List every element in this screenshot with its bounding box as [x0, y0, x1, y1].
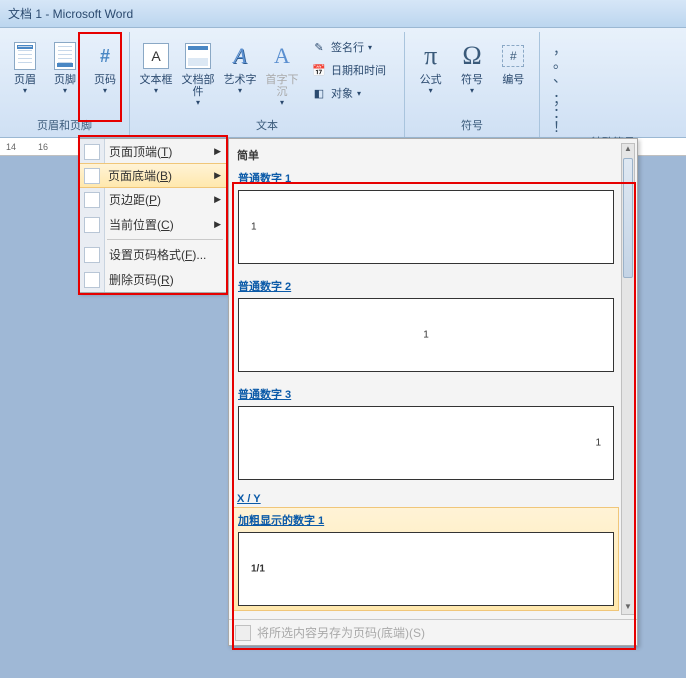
page-number-menu: 页面顶端(T) ▶ 页面底端(B) ▶ 页边距(P) ▶ 当前位置(C) ▶ 设…	[78, 138, 228, 293]
menu-margins[interactable]: 页边距(P) ▶	[79, 187, 227, 212]
group-text: A 文本框 ▾ 文档部件 ▾ A 艺术字 ▾ A 首字下沉 ▾	[130, 32, 405, 137]
object-icon: ◧	[311, 85, 327, 101]
chevron-right-icon: ▶	[214, 219, 221, 230]
menu-format-page-number[interactable]: 设置页码格式(F)...	[79, 242, 227, 267]
chevron-down-icon: ▾	[103, 86, 107, 95]
gallery-preview: 1	[238, 298, 614, 372]
gallery-preview: 1	[238, 406, 614, 480]
gallery-item-plain-2[interactable]: 普通数字 2 1	[233, 273, 619, 377]
datetime-button[interactable]: 📅 日期和时间	[306, 59, 391, 81]
group-symbols: π 公式 ▾ Ω 符号 ▾ # 编号 符号	[405, 32, 540, 137]
group-label: 文本	[136, 117, 398, 135]
dropcap-icon: A	[274, 43, 290, 69]
menu-current-position[interactable]: 当前位置(C) ▶	[79, 212, 227, 237]
format-icon	[84, 247, 100, 263]
menu-top-of-page[interactable]: 页面顶端(T) ▶	[79, 139, 227, 164]
header-icon	[14, 42, 36, 70]
chevron-right-icon: ▶	[214, 170, 221, 181]
gallery-item-bold-1[interactable]: 加粗显示的数字 1 1/1	[233, 507, 619, 611]
dropcap-button[interactable]: A 首字下沉 ▾	[262, 36, 302, 111]
page-margin-icon	[84, 192, 100, 208]
number-button[interactable]: # 编号	[494, 36, 533, 90]
footer-icon	[54, 42, 76, 70]
group-label: 页眉和页脚	[6, 117, 123, 135]
gallery-preview: 1	[238, 190, 614, 264]
omega-icon: Ω	[462, 41, 481, 71]
scroll-thumb[interactable]	[623, 158, 633, 278]
calendar-icon: 📅	[311, 62, 327, 78]
gallery-section-xy: X / Y	[233, 489, 619, 507]
signature-icon: ✎	[311, 39, 327, 55]
pi-icon: π	[424, 41, 437, 71]
window-title: 文档 1 - Microsoft Word	[8, 5, 133, 22]
group-special-symbols: ， 。 、 ； ： ！ 特殊符号	[540, 32, 686, 137]
page-number-gallery: 简单 普通数字 1 1 普通数字 2 1 普通数字 3 1 X / Y 加粗显示…	[228, 138, 638, 646]
quickparts-button[interactable]: 文档部件 ▾	[178, 36, 218, 111]
remove-icon	[84, 272, 100, 288]
gallery-section-simple: 简单	[233, 143, 619, 165]
punctuation-row[interactable]: ； ： ！	[546, 92, 576, 134]
menu-bottom-of-page[interactable]: 页面底端(B) ▶	[78, 163, 228, 188]
page-bottom-icon	[84, 168, 100, 184]
object-button[interactable]: ◧ 对象▾	[306, 82, 391, 104]
number-icon: #	[502, 45, 524, 67]
gallery-item-plain-3[interactable]: 普通数字 3 1	[233, 381, 619, 485]
group-header-footer: 页眉 ▾ 页脚 ▾ # 页码 ▾ 页眉和页脚	[0, 32, 130, 137]
scroll-up-icon[interactable]: ▲	[622, 144, 634, 156]
chevron-right-icon: ▶	[214, 194, 221, 205]
gallery-item-plain-1[interactable]: 普通数字 1 1	[233, 165, 619, 269]
chevron-down-icon: ▾	[23, 86, 27, 95]
page-top-icon	[84, 144, 100, 160]
parts-icon	[185, 43, 211, 69]
textbox-button[interactable]: A 文本框 ▾	[136, 36, 176, 99]
save-icon	[235, 625, 251, 641]
menu-remove-page-number[interactable]: 删除页码(R)	[79, 267, 227, 292]
chevron-down-icon: ▾	[63, 86, 67, 95]
gallery-save-selection: 将所选内容另存为页码(底端)(S)	[229, 619, 637, 645]
signature-button[interactable]: ✎ 签名行▾	[306, 36, 391, 58]
ribbon: 页眉 ▾ 页脚 ▾ # 页码 ▾ 页眉和页脚 A	[0, 28, 686, 138]
group-label: 符号	[411, 117, 533, 135]
gallery-preview: 1/1	[238, 532, 614, 606]
footer-button[interactable]: 页脚 ▾	[46, 36, 84, 99]
wordart-icon: A	[233, 43, 246, 69]
chevron-right-icon: ▶	[214, 146, 221, 157]
punctuation-row[interactable]: ， 。 、	[546, 42, 576, 84]
textbox-icon: A	[143, 43, 169, 69]
header-button[interactable]: 页眉 ▾	[6, 36, 44, 99]
page-number-button[interactable]: # 页码 ▾	[86, 36, 124, 99]
gallery-scrollbar[interactable]: ▲ ▼	[621, 143, 635, 615]
hash-icon: #	[100, 46, 110, 67]
wordart-button[interactable]: A 艺术字 ▾	[220, 36, 260, 99]
scroll-down-icon[interactable]: ▼	[622, 602, 634, 614]
equation-button[interactable]: π 公式 ▾	[411, 36, 450, 99]
document-area: 14 16 页面顶端(T) ▶ 页面底端(B) ▶ 页边距(P) ▶ 当前位置(…	[0, 138, 686, 678]
symbol-button[interactable]: Ω 符号 ▾	[452, 36, 491, 99]
cursor-icon	[84, 217, 100, 233]
titlebar: 文档 1 - Microsoft Word	[0, 0, 686, 28]
